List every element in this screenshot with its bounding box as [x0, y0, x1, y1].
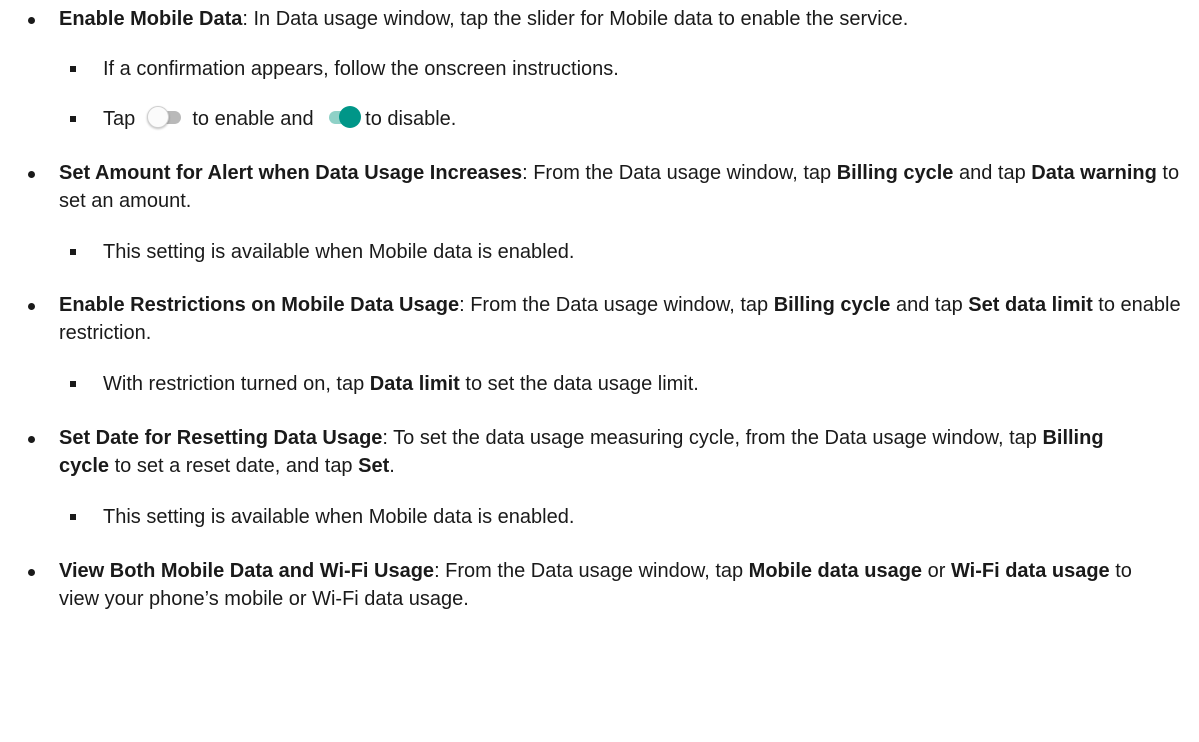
- sub-item-text-mid: to enable and: [192, 108, 314, 130]
- square-bullet-icon: [70, 381, 76, 387]
- list-item: Set Amount for Alert when Data Usage Inc…: [0, 159, 1199, 215]
- sub-list-item: This setting is available when Mobile da…: [0, 238, 582, 266]
- bullet-icon: [28, 569, 35, 576]
- bullet-icon: [28, 303, 35, 310]
- bullet-icon: [28, 436, 35, 443]
- sub-list-item: With restriction turned on, tap Data lim…: [0, 370, 707, 398]
- bullet-icon: [28, 171, 35, 178]
- sub-list-item: Tap to enable and to disable.: [0, 105, 464, 133]
- list-item: Enable Restrictions on Mobile Data Usage…: [0, 291, 1199, 347]
- list-item: Enable Mobile Data: In Data usage window…: [0, 5, 1199, 33]
- item-title: Enable Mobile Data: [59, 8, 243, 30]
- square-bullet-icon: [70, 249, 76, 255]
- sub-item-text: This setting is available when Mobile da…: [103, 506, 575, 528]
- item-title: Set Amount for Alert when Data Usage Inc…: [59, 162, 523, 184]
- item-title: Enable Restrictions on Mobile Data Usage: [59, 294, 460, 316]
- list-item: Set Date for Resetting Data Usage: To se…: [0, 424, 1147, 480]
- sub-item-text: This setting is available when Mobile da…: [103, 241, 575, 263]
- item-title: Set Date for Resetting Data Usage: [59, 427, 383, 449]
- sub-list-item: This setting is available when Mobile da…: [0, 503, 582, 531]
- square-bullet-icon: [70, 116, 76, 122]
- toggle-on-icon: [325, 105, 362, 129]
- sub-item-text: If a confirmation appears, follow the on…: [103, 58, 619, 80]
- sub-item-text-post: to disable.: [365, 108, 457, 130]
- square-bullet-icon: [70, 514, 76, 520]
- sub-list-item: If a confirmation appears, follow the on…: [0, 55, 627, 83]
- square-bullet-icon: [70, 66, 76, 72]
- list-item: View Both Mobile Data and Wi-Fi Usage: F…: [0, 557, 1167, 613]
- toggle-off-icon: [146, 105, 183, 129]
- bullet-icon: [28, 17, 35, 24]
- item-title: View Both Mobile Data and Wi-Fi Usage: [59, 560, 435, 582]
- sub-item-text-pre: Tap: [103, 108, 136, 130]
- item-text: : In Data usage window, tap the slider f…: [242, 8, 909, 30]
